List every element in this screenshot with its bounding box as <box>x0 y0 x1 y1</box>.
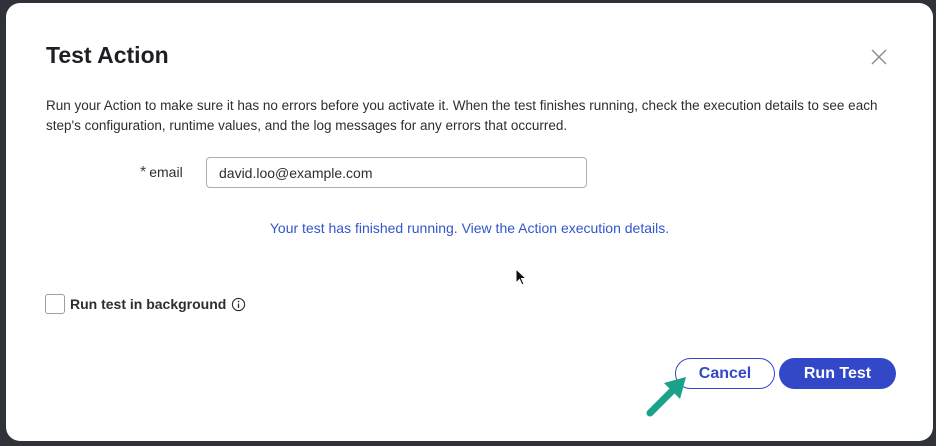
mouse-pointer-icon <box>515 268 528 286</box>
run-test-button[interactable]: Run Test <box>779 358 896 389</box>
email-label-text: email <box>149 164 183 180</box>
close-icon <box>871 49 887 65</box>
close-button[interactable] <box>868 46 890 68</box>
dialog-title: Test Action <box>46 42 169 68</box>
dialog-description: Run your Action to make sure it has no e… <box>46 98 878 133</box>
run-in-background-checkbox[interactable] <box>45 294 65 314</box>
run-in-background-row: Run test in background <box>45 294 246 314</box>
info-icon[interactable] <box>231 297 246 312</box>
email-label: * email <box>140 164 183 182</box>
test-action-dialog: Test Action Run your Action to make sure… <box>6 3 933 441</box>
required-marker: * <box>140 164 147 181</box>
annotation-arrow-icon <box>646 377 686 417</box>
run-in-background-label: Run test in background <box>70 296 227 312</box>
execution-details-link[interactable]: Your test has finished running. View the… <box>6 220 933 236</box>
email-input[interactable] <box>206 157 587 188</box>
